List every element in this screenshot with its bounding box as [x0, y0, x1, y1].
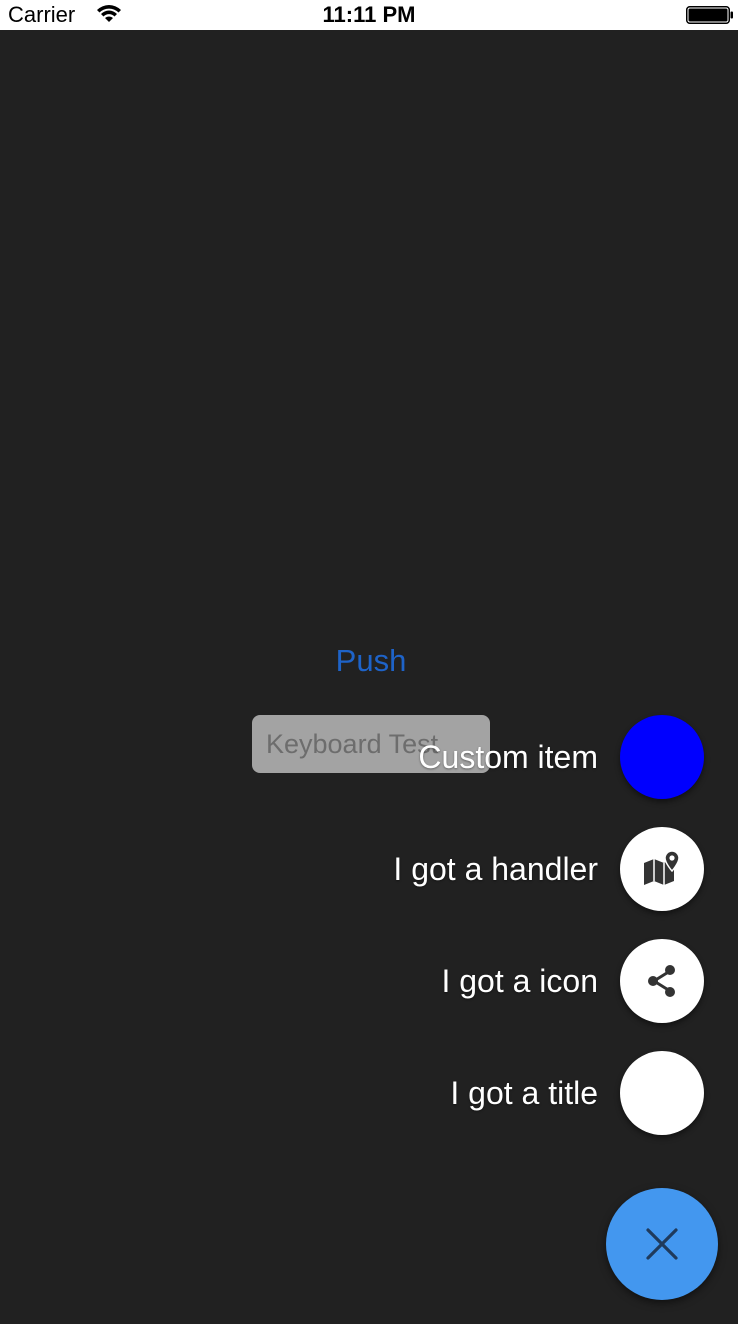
close-icon: [646, 1228, 678, 1260]
status-bar: Carrier 11:11 PM: [0, 0, 738, 30]
fab-item-title[interactable]: I got a title: [450, 1051, 704, 1135]
fab-item-label: I got a handler: [393, 850, 598, 887]
map-pin-icon: [644, 850, 680, 885]
fab-share-button[interactable]: [620, 939, 704, 1023]
app-screen: Carrier 11:11 PM Push Custom item I got …: [0, 0, 738, 1324]
push-button[interactable]: Push: [271, 641, 471, 681]
fab-custom-item-button[interactable]: [620, 715, 704, 799]
fab-title-button[interactable]: [620, 1051, 704, 1135]
fab-item-handler[interactable]: I got a handler: [393, 827, 704, 911]
fab-main-close-button[interactable]: [606, 1188, 718, 1300]
fab-item-label: I got a icon: [441, 962, 598, 999]
fab-item-label: Custom item: [418, 738, 598, 775]
fab-item-label: I got a title: [450, 1074, 598, 1111]
battery-icon: [686, 6, 733, 24]
share-icon: [648, 965, 675, 997]
status-time: 11:11 PM: [322, 2, 416, 27]
fab-handler-button[interactable]: [620, 827, 704, 911]
fab-item-icon[interactable]: I got a icon: [441, 939, 704, 1023]
fab-item-custom[interactable]: Custom item: [418, 715, 704, 799]
